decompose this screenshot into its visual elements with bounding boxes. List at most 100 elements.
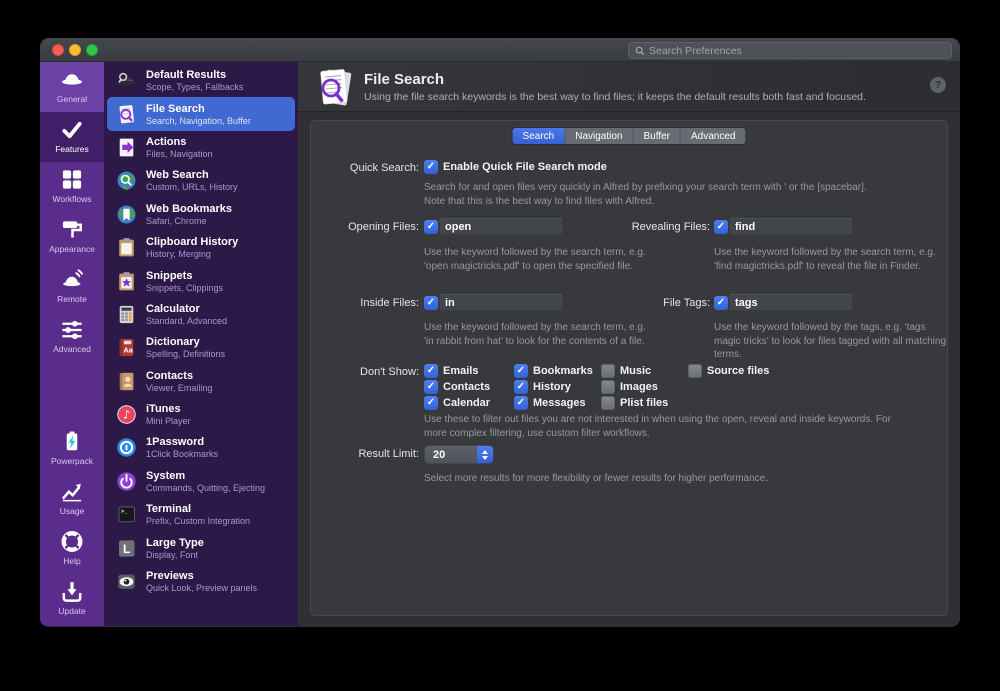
sliders-icon [59,317,85,342]
filter-calendar-checkbox[interactable]: Calendar [424,396,490,410]
sidebar-item-itunes[interactable]: ♪ iTunes Mini Player [104,398,298,431]
nav-strip: General Features Workflows [40,62,104,626]
inside-files-checkbox[interactable] [424,296,438,310]
help-button[interactable]: ? [930,77,946,93]
minimize-button[interactable] [69,44,81,56]
quick-search-checkbox[interactable]: Enable Quick File Search mode [424,160,607,174]
preferences-search-field[interactable] [628,42,952,59]
search-input[interactable] [649,45,945,57]
sidebar-item-file-search[interactable]: File Search Search, Navigation, Buffer [107,97,295,130]
revealing-files-keyword-input[interactable] [729,218,853,235]
search-icon [635,46,645,56]
page-title: File Search [364,71,444,88]
filter-plist-files-checkbox[interactable]: Plist files [601,396,668,410]
checkbox-icon [424,296,438,310]
checkbox-icon [424,220,438,234]
filter-bookmarks-checkbox[interactable]: Bookmarks [514,364,593,378]
nav-item-usage[interactable]: Help Usage [40,474,104,524]
file-search-icon [314,65,360,111]
result-limit-label: Result Limit: [311,448,419,460]
sidebar-item-web-search[interactable]: Web Search Custom, URLs, History [104,164,298,197]
filter-music-checkbox[interactable]: Music [601,364,651,378]
sidebar-item-system[interactable]: System Commands, Quitting, Ejecting [104,465,298,498]
revealing-files-checkbox[interactable] [714,220,728,234]
sidebar-item-contacts[interactable]: Contacts Viewer, Emailing [104,365,298,398]
file-tags-keyword-input[interactable] [729,294,853,311]
nav-item-general[interactable]: General [40,62,104,112]
bowler-hat-icon [59,67,85,92]
filter-messages-checkbox[interactable]: Messages [514,396,586,410]
quick-search-help: Search for and open files very quickly i… [424,181,872,208]
tab-search[interactable]: Search [513,128,565,144]
result-limit-help: Select more results for more flexibility… [424,472,894,486]
sidebar-item-actions[interactable]: Actions Files, Navigation [104,131,298,164]
sidebar-item-terminal[interactable]: >_ Terminal Prefix, Custom Integration [104,498,298,531]
sidebar-item-snippets[interactable]: Snippets Snippets, Clippings [104,264,298,297]
sidebar-item-calculator[interactable]: Calculator Standard, Advanced [104,298,298,331]
opening-files-keyword-input[interactable] [439,218,563,235]
nav-item-appearance[interactable]: Appearance [40,212,104,262]
nav-item-remote[interactable]: Remote [40,262,104,312]
sidebar-item-large-type[interactable]: L Large Type Display, Font [104,531,298,564]
sidebar-item-previews[interactable]: Previews Quick Look, Preview panels [104,565,298,598]
tab-navigation[interactable]: Navigation [564,128,632,144]
keyhole-icon [115,436,138,459]
nav-item-features[interactable]: Features [40,112,104,162]
svg-text:♪: ♪ [123,408,130,422]
terminal-icon: >_ [115,503,138,526]
power-icon [115,470,138,493]
clipboard-star-icon [115,270,138,293]
stepper-arrows-icon[interactable] [477,446,493,463]
nav-item-advanced[interactable]: Advanced [40,312,104,362]
eye-icon [115,570,138,593]
sidebar-item-dictionary[interactable]: Aa Dictionary Spelling, Definitions [104,331,298,364]
line-chart-icon [59,479,85,504]
main-content: File Search Using the file search keywor… [298,62,960,626]
nav-strip-bottom: Powerpack Help Usage [40,424,104,624]
revealing-files-help: Use the keyword followed by the search t… [714,246,946,273]
checkbox-icon [424,380,438,394]
page-description: Using the file search keywords is the be… [364,91,866,103]
sidebar-item-clipboard-history[interactable]: Clipboard History History, Merging [104,231,298,264]
inside-files-keyword-input[interactable] [439,294,563,311]
opening-files-help: Use the keyword followed by the search t… [424,246,654,273]
filter-images-checkbox[interactable]: Images [601,380,658,394]
sidebar-item-web-bookmarks[interactable]: Web Bookmarks Safari, Chrome [104,198,298,231]
tab-advanced[interactable]: Advanced [680,128,745,144]
titlebar[interactable] [40,38,960,62]
lifebuoy-icon [59,529,85,554]
file-tags-label: File Tags: [601,297,710,309]
checkbox-icon [514,364,528,378]
sidebar-item-default-results[interactable]: Default Results Scope, Types, Fallbacks [104,64,298,97]
settings-panel: Search Navigation Buffer Advanced Quick … [310,120,948,616]
svg-text:>_: >_ [121,508,128,515]
contacts-book-icon [115,370,138,393]
file-tags-help: Use the keyword followed by the tags, e.… [714,321,946,362]
nav-item-powerpack[interactable]: Powerpack [40,424,104,474]
nav-item-workflows[interactable]: Workflows [40,162,104,212]
filter-history-checkbox[interactable]: History [514,380,571,394]
filter-emails-checkbox[interactable]: Emails [424,364,478,378]
alfred-preferences-window: General Features Workflows [40,38,960,627]
close-button[interactable] [52,44,64,56]
file-tags-checkbox[interactable] [714,296,728,310]
inside-files-help: Use the keyword followed by the search t… [424,321,654,348]
dictionary-icon: Aa [115,336,138,359]
tab-buffer[interactable]: Buffer [632,128,680,144]
grid-icon [59,167,85,192]
revealing-files-label: Revealing Files: [601,221,710,233]
nav-item-help[interactable]: Help [40,524,104,574]
filter-source-files-checkbox[interactable]: Source files [688,364,769,378]
zoom-button[interactable] [86,44,98,56]
checkbox-icon [514,380,528,394]
opening-files-checkbox[interactable] [424,220,438,234]
sidebar-item-1password[interactable]: 1Password 1Click Bookmarks [104,431,298,464]
remote-hat-icon [59,267,85,292]
globe-bookmark-icon [115,203,138,226]
nav-item-update[interactable]: Update [40,574,104,624]
result-limit-stepper[interactable]: 20 [425,446,493,463]
opening-files-label: Opening Files: [311,221,419,233]
filter-contacts-checkbox[interactable]: Contacts [424,380,490,394]
page-header: File Search Using the file search keywor… [298,62,960,112]
bowler-hat-loupe-icon [115,69,138,92]
